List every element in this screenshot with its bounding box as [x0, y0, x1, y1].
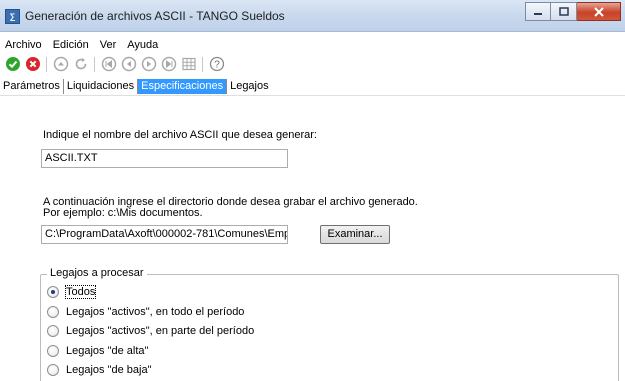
refresh-icon[interactable] — [72, 56, 89, 73]
radio-todos[interactable]: Todos — [47, 284, 97, 300]
toolbar-separator — [46, 56, 47, 72]
radio-button-icon[interactable] — [47, 325, 59, 337]
menu-bar: Archivo Edición Ver Ayuda — [0, 38, 164, 53]
tab-especificaciones[interactable]: Especificaciones — [137, 79, 227, 94]
radio-de-baja[interactable]: Legajos "de baja" — [47, 362, 152, 378]
close-icon — [593, 6, 604, 17]
legajos-group-title: Legajos a procesar — [47, 267, 147, 279]
toolbar-separator — [202, 56, 203, 72]
radio-activos-parte[interactable]: Legajos "activos", en parte del período — [47, 323, 254, 339]
next-icon[interactable] — [140, 56, 157, 73]
browse-button[interactable]: Examinar... — [320, 225, 390, 244]
menu-ver[interactable]: Ver — [95, 38, 123, 53]
app-icon: ∑ — [5, 9, 20, 24]
toolbar: ? — [4, 55, 225, 73]
window-controls — [525, 2, 621, 21]
toolbar-separator — [94, 56, 95, 72]
file-name-input[interactable]: ASCII.TXT — [41, 149, 288, 168]
directory-prompt-line2: Por ejemplo: c:\Mis documentos. — [43, 207, 203, 219]
maximize-icon — [558, 6, 569, 16]
radio-label: Legajos "activos", en todo el período — [66, 306, 245, 318]
close-button[interactable] — [577, 2, 621, 21]
menu-edicion[interactable]: Edición — [48, 38, 95, 53]
minimize-icon — [534, 12, 542, 15]
radio-button-icon[interactable] — [47, 364, 59, 376]
title-bar: ∑ Generación de archivos ASCII - TANGO S… — [0, 0, 625, 32]
grid-icon[interactable] — [180, 56, 197, 73]
tab-strip: Parámetros Liquidaciones Especificacione… — [0, 79, 272, 94]
radio-button-icon[interactable] — [47, 306, 59, 318]
radio-label: Legajos "de alta" — [66, 345, 149, 357]
tab-legajos[interactable]: Legajos — [226, 79, 272, 94]
maximize-button[interactable] — [551, 2, 577, 21]
radio-label: Legajos "de baja" — [66, 364, 152, 376]
radio-button-icon[interactable] — [47, 286, 59, 298]
file-name-prompt: Indique el nombre del archivo ASCII que … — [43, 129, 317, 141]
cancel-icon[interactable] — [24, 56, 41, 73]
prev-icon[interactable] — [120, 56, 137, 73]
minimize-button[interactable] — [525, 2, 551, 21]
window-title: Generación de archivos ASCII - TANGO Sue… — [25, 9, 285, 23]
first-icon[interactable] — [100, 56, 117, 73]
radio-activos-todo[interactable]: Legajos "activos", en todo el período — [47, 304, 244, 320]
tab-parametros[interactable]: Parámetros — [0, 79, 63, 94]
up-icon[interactable] — [52, 56, 69, 73]
help-icon[interactable]: ? — [208, 56, 225, 73]
radio-button-icon[interactable] — [47, 345, 59, 357]
last-icon[interactable] — [160, 56, 177, 73]
radio-de-alta[interactable]: Legajos "de alta" — [47, 343, 148, 359]
menu-ayuda[interactable]: Ayuda — [122, 38, 164, 53]
ok-icon[interactable] — [4, 56, 21, 73]
tab-liquidaciones[interactable]: Liquidaciones — [62, 79, 137, 94]
radio-label: Todos — [64, 285, 97, 299]
svg-text:?: ? — [214, 60, 220, 71]
menu-archivo[interactable]: Archivo — [0, 38, 48, 53]
radio-label: Legajos "activos", en parte del período — [66, 325, 255, 337]
tab-divider — [0, 95, 625, 96]
directory-input[interactable]: C:\ProgramData\Axoft\000002-781\Comunes\… — [41, 225, 288, 244]
